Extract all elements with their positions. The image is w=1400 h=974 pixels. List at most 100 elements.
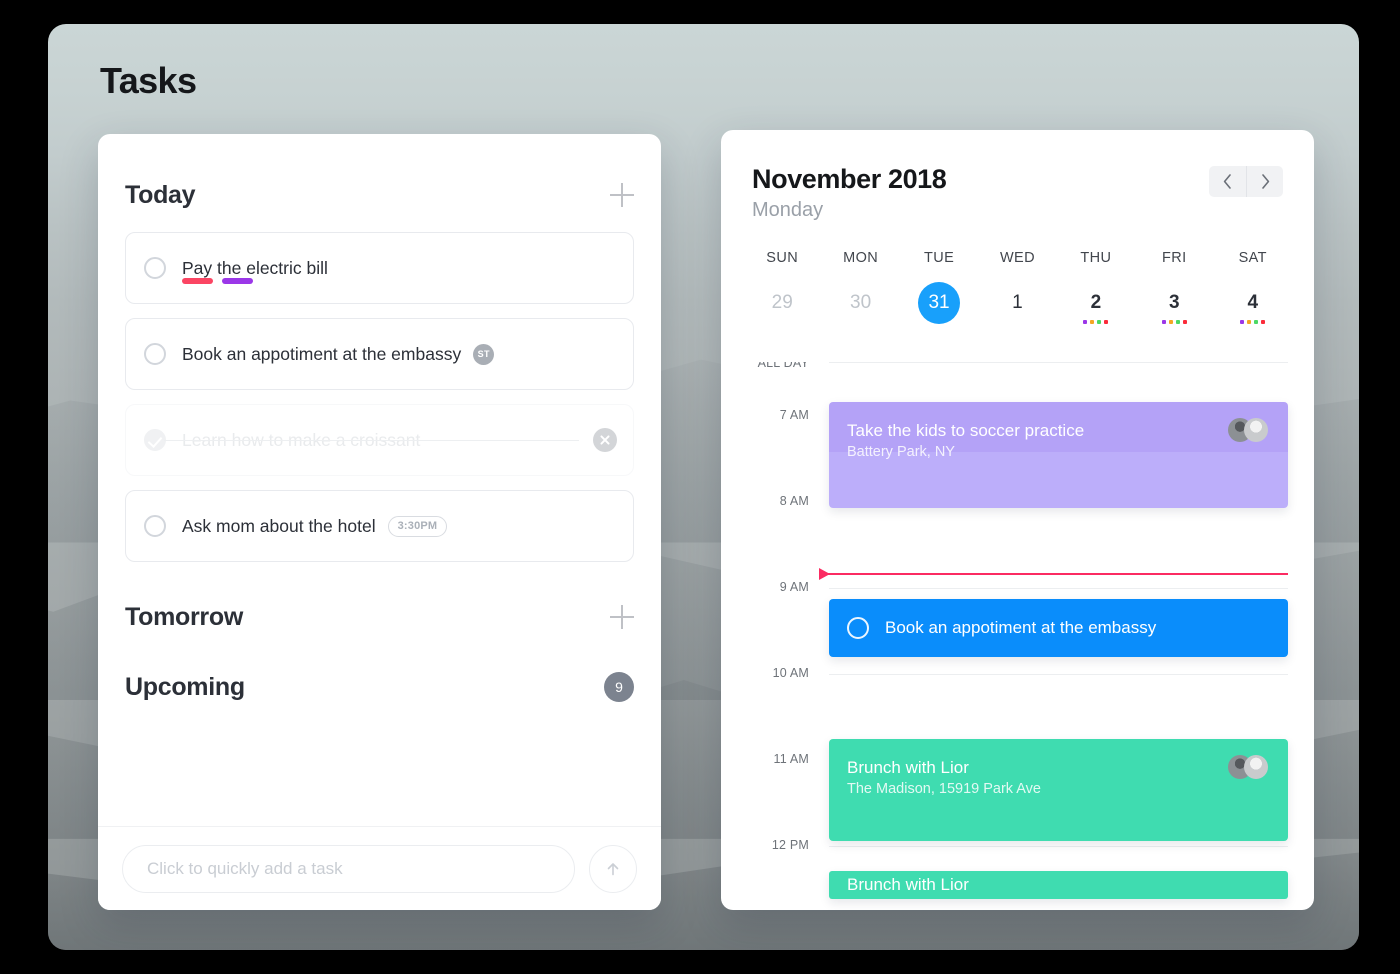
section-header-tomorrow: Tomorrow xyxy=(125,596,634,638)
event-dot xyxy=(1261,320,1266,324)
time-slot-divider xyxy=(829,846,1288,847)
task-label: Ask mom about the hotel xyxy=(182,515,376,536)
weekday-label-sat: SAT xyxy=(1238,250,1267,266)
event-title: Book an appotiment at the embassy xyxy=(885,618,1157,637)
chevron-right-icon xyxy=(1261,174,1269,189)
task-content: Ask mom about the hotel 3:30PM xyxy=(182,515,615,537)
event-attendee-avatars[interactable] xyxy=(1228,418,1270,444)
task-checkbox[interactable] xyxy=(144,257,166,279)
section-header-today: Today xyxy=(125,174,634,216)
next-month-button[interactable] xyxy=(1246,166,1283,197)
date-number: 30 xyxy=(850,292,872,313)
tasks-scroll-area[interactable]: Today Pay the electric bill Book an appo… xyxy=(98,134,661,838)
task-content: Pay the electric bill xyxy=(182,257,615,284)
close-icon[interactable] xyxy=(593,428,617,452)
date-number: 3 xyxy=(1169,292,1180,313)
weekday-label-fri: FRI xyxy=(1162,250,1187,266)
calendar-event[interactable]: Take the kids to soccer practice Battery… xyxy=(829,402,1288,508)
date-event-dots xyxy=(1161,320,1187,325)
event-dot xyxy=(1175,320,1180,324)
event-dot xyxy=(1240,320,1245,324)
time-slot-label: 10 AM xyxy=(772,666,809,680)
prev-month-button[interactable] xyxy=(1209,166,1246,197)
date-number: 4 xyxy=(1247,292,1259,313)
time-slot-label: 11 AM xyxy=(773,752,809,766)
task-row-completed[interactable]: Learn how to make a croissant xyxy=(125,404,634,476)
date-number: 29 xyxy=(771,292,793,313)
event-checkbox[interactable] xyxy=(847,617,869,639)
event-dot xyxy=(1182,320,1187,324)
task-row[interactable]: Pay the electric bill xyxy=(125,232,634,304)
add-task-tomorrow-button[interactable] xyxy=(610,605,634,629)
time-slot-label: 8 AM xyxy=(779,494,809,508)
upcoming-count-badge[interactable]: 9 xyxy=(604,672,634,702)
weekday-label-mon: MON xyxy=(843,250,879,266)
calendar-event-task[interactable]: Book an appotiment at the embassy xyxy=(829,599,1288,657)
time-slot-label: 7 AM xyxy=(779,408,809,422)
quick-add-input[interactable] xyxy=(122,844,575,893)
submit-task-button[interactable] xyxy=(589,844,637,893)
date-cell-1[interactable]: 1 xyxy=(978,282,1056,325)
calendar-event[interactable]: Brunch with Lior xyxy=(829,871,1288,899)
time-slot-divider xyxy=(829,588,1288,589)
chevron-left-icon xyxy=(1223,174,1231,189)
weekday-label-sun: SUN xyxy=(766,250,799,266)
calendar-nav-group xyxy=(1209,166,1283,197)
date-number: 31 xyxy=(918,282,961,324)
date-event-dots xyxy=(1240,320,1266,325)
event-location: Battery Park, NY xyxy=(847,444,955,460)
calendar-weekday-label: Monday xyxy=(752,199,824,221)
calendar-event[interactable]: Brunch with Lior The Madison, 15919 Park… xyxy=(829,739,1288,841)
date-cell-3[interactable]: 3 xyxy=(1135,282,1213,325)
event-dot xyxy=(1104,320,1109,324)
task-content: Book an appotiment at the embassy ST xyxy=(182,343,615,365)
time-slot-label: 12 PM xyxy=(771,838,809,852)
add-task-today-button[interactable] xyxy=(610,183,634,207)
section-header-upcoming: Upcoming 9 xyxy=(125,666,634,708)
date-cell-29[interactable]: 29 xyxy=(743,282,821,325)
date-cell-2[interactable]: 2 xyxy=(1057,282,1135,325)
date-cell-4[interactable]: 4 xyxy=(1214,282,1292,325)
event-title: Take the kids to soccer practice xyxy=(847,421,1085,440)
weekday-label-wed: WED xyxy=(999,250,1035,266)
event-location: The Madison, 15919 Park Ave xyxy=(847,781,1041,797)
task-time-badge: 3:30PM xyxy=(387,515,448,537)
date-number: 2 xyxy=(1090,292,1102,313)
time-slot: 8 AM xyxy=(721,494,1314,588)
date-number: 1 xyxy=(1012,292,1023,313)
app-window: Tasks Today Pay the electric bill Book a… xyxy=(48,24,1359,950)
task-tag xyxy=(222,277,253,284)
event-dot xyxy=(1254,320,1259,324)
current-time-arrow-icon xyxy=(819,568,830,580)
task-label: Pay the electric bill xyxy=(182,257,328,278)
task-checkbox-checked[interactable] xyxy=(144,429,166,451)
task-row[interactable]: Ask mom about the hotel 3:30PM xyxy=(125,490,634,562)
time-slot-divider xyxy=(829,362,1288,363)
event-title-row: Take the kids to soccer practice xyxy=(829,402,1288,444)
time-slot-divider xyxy=(829,674,1288,675)
date-cell-31[interactable]: 31 xyxy=(900,282,978,325)
event-dot xyxy=(1090,320,1095,324)
section-title-tomorrow: Tomorrow xyxy=(125,602,243,631)
task-checkbox[interactable] xyxy=(144,343,166,365)
event-title: Brunch with Lior xyxy=(847,875,969,894)
date-event-dots xyxy=(1083,320,1109,325)
time-slot-label: ALL DAY xyxy=(757,362,809,370)
event-attendee-avatars[interactable] xyxy=(1228,755,1270,781)
assignee-avatar[interactable]: ST xyxy=(473,343,495,365)
day-schedule[interactable]: ALL DAY 7 AM 8 AM 9 AM 10 AM 11 AM 12 PM… xyxy=(721,362,1314,910)
task-checkbox[interactable] xyxy=(144,515,166,537)
section-title-today: Today xyxy=(125,180,196,209)
quick-add-bar xyxy=(98,826,661,910)
task-row[interactable]: Book an appotiment at the embassy ST xyxy=(125,318,634,390)
weekday-label-tue: TUE xyxy=(923,250,955,266)
attendee-avatar xyxy=(1244,418,1268,442)
event-dot xyxy=(1161,320,1166,324)
calendar-header: November 2018 Monday xyxy=(721,130,1314,222)
event-dot xyxy=(1097,320,1102,324)
task-tag-list xyxy=(182,277,253,284)
date-cell-30[interactable]: 30 xyxy=(821,282,899,325)
tasks-panel: Today Pay the electric bill Book an appo… xyxy=(98,134,661,910)
device-frame: Tasks Today Pay the electric bill Book a… xyxy=(0,0,1400,974)
event-title: Brunch with Lior xyxy=(847,758,969,777)
